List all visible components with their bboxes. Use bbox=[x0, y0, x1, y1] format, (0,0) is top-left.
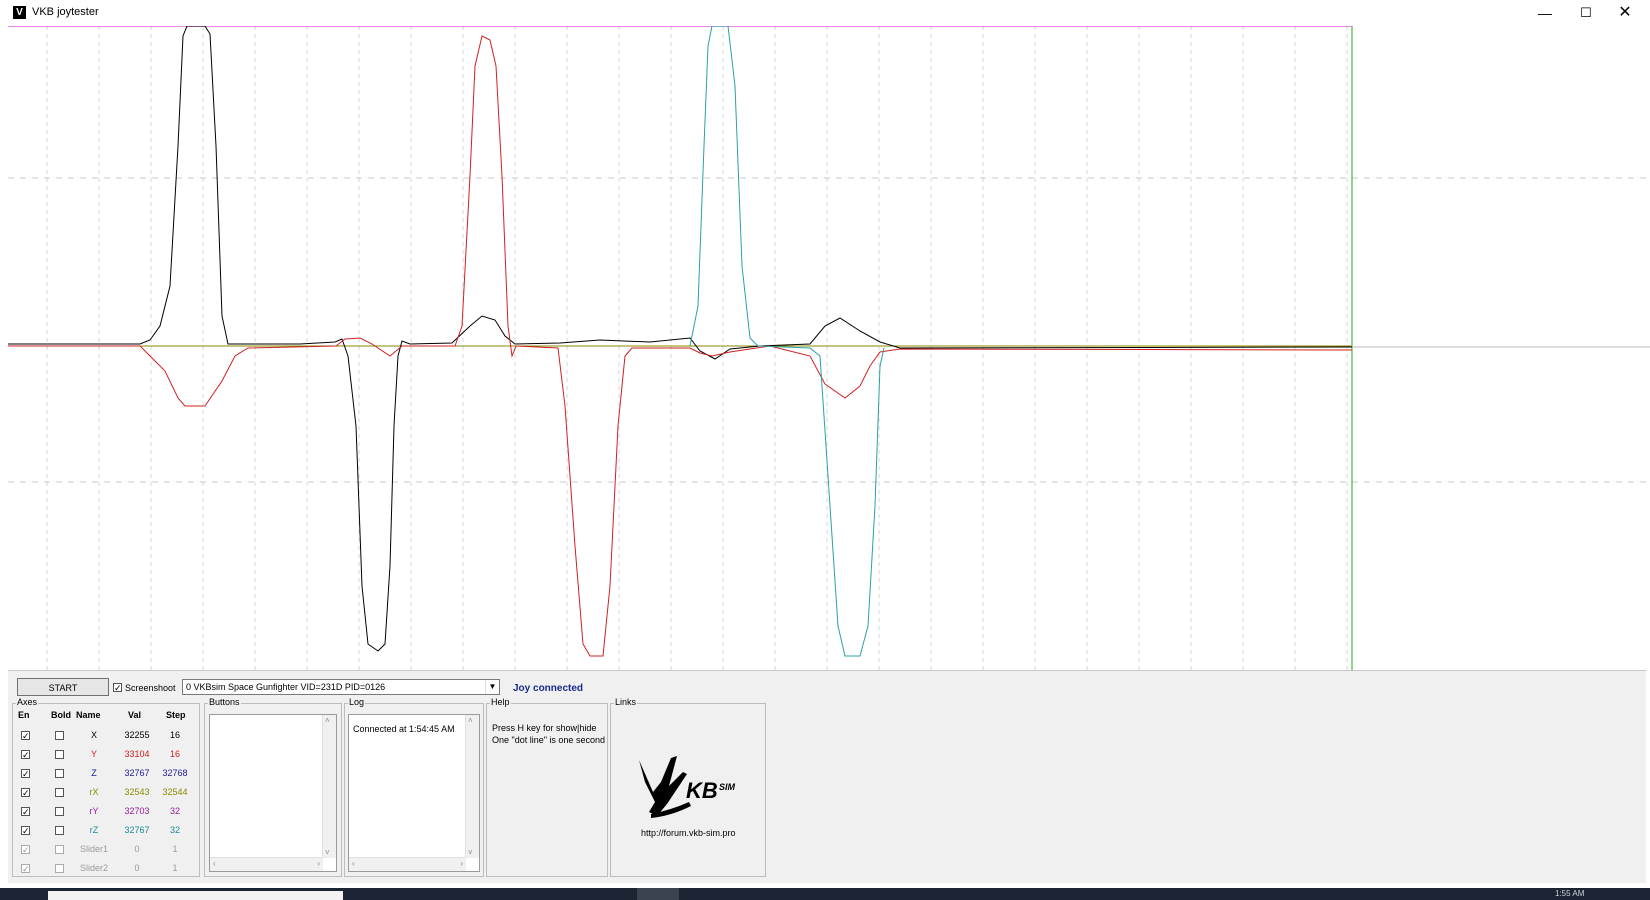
help-text: Press H key for show|hide One "dot line"… bbox=[492, 722, 605, 746]
axis-bold-checkbox[interactable] bbox=[55, 807, 64, 816]
help-line-1: Press H key for show|hide bbox=[492, 723, 597, 733]
taskbar-active-app[interactable] bbox=[637, 888, 679, 900]
axis-name: Y bbox=[90, 749, 97, 759]
joy-status: Joy connected bbox=[513, 683, 584, 694]
device-select[interactable]: 0 VKBsim Space Gunfighter VID=231D PID=0… bbox=[182, 679, 500, 695]
axis-enable-checkbox[interactable] bbox=[21, 788, 30, 797]
buttons-horizontal-scrollbar[interactable]: ‹ › bbox=[210, 857, 323, 871]
chevron-down-icon[interactable]: ▼ bbox=[485, 680, 499, 694]
minimize-icon[interactable]: — bbox=[1525, 0, 1565, 26]
taskbar-search-box[interactable] bbox=[48, 891, 343, 900]
axis-step: 32 bbox=[169, 806, 180, 816]
axis-enable-checkbox[interactable] bbox=[21, 864, 30, 873]
axis-enable-checkbox[interactable] bbox=[21, 807, 30, 816]
control-panel: START Screenshoot 0 VKBsim Space Gunfigh… bbox=[8, 670, 1646, 883]
axis-enable-checkbox[interactable] bbox=[21, 826, 30, 835]
axis-name: rX bbox=[89, 787, 99, 797]
scroll-left-icon[interactable]: ‹ bbox=[213, 859, 216, 868]
axis-bold-checkbox[interactable] bbox=[55, 750, 64, 759]
axes-group: Axes En Bold Name Val Step X 32255 16 Y 3310… bbox=[12, 697, 200, 877]
buttons-listbox[interactable]: ˄ ˅ ‹ › bbox=[209, 714, 337, 872]
start-button[interactable]: START bbox=[17, 678, 109, 696]
scroll-up-icon[interactable]: ˄ bbox=[325, 716, 330, 725]
axis-step: 32 bbox=[169, 825, 180, 835]
links-group-title: Links bbox=[614, 697, 638, 707]
log-group-title: Log bbox=[348, 697, 366, 707]
axis-value: 32767 bbox=[124, 768, 150, 778]
col-en: En bbox=[18, 710, 30, 720]
buttons-group-title: Buttons bbox=[208, 697, 241, 707]
axis-bold-checkbox[interactable] bbox=[55, 864, 64, 873]
axes-group-title: Axes bbox=[16, 697, 39, 707]
scroll-up-icon[interactable]: ˄ bbox=[468, 716, 473, 725]
axis-enable-checkbox[interactable] bbox=[21, 845, 30, 854]
log-horizontal-scrollbar[interactable]: ‹ › bbox=[349, 857, 466, 871]
axis-name: rZ bbox=[89, 825, 99, 835]
device-select-value: 0 VKBsim Space Gunfighter VID=231D PID=0… bbox=[186, 682, 386, 692]
screenshot-checkbox[interactable] bbox=[113, 683, 122, 692]
axis-step: 1 bbox=[172, 844, 178, 854]
axis-value: 0 bbox=[134, 863, 140, 873]
scroll-right-icon[interactable]: › bbox=[317, 859, 320, 868]
axis-bold-checkbox[interactable] bbox=[55, 788, 64, 797]
axis-name: Slider1 bbox=[79, 844, 108, 854]
log-vertical-scrollbar[interactable]: ˄ ˅ bbox=[465, 715, 479, 858]
axis-enable-checkbox[interactable] bbox=[21, 750, 30, 759]
log-group: Log Connected at 1:54:45 AM ˄ ˅ ‹ › bbox=[344, 697, 484, 877]
plot-line-rz bbox=[689, 26, 885, 657]
axis-value: 32543 bbox=[124, 787, 150, 797]
axis-step: 16 bbox=[169, 749, 180, 759]
close-icon[interactable]: ✕ bbox=[1605, 0, 1645, 26]
scroll-down-icon[interactable]: ˅ bbox=[468, 848, 473, 857]
axis-step: 1 bbox=[172, 863, 178, 873]
vkbsim-logo[interactable]: KB SIM bbox=[631, 752, 751, 822]
axis-bold-checkbox[interactable] bbox=[55, 845, 64, 854]
log-line: Connected at 1:54:45 AM bbox=[353, 724, 455, 734]
axis-step: 32544 bbox=[162, 787, 188, 797]
axis-value: 32703 bbox=[124, 806, 150, 816]
axis-value: 0 bbox=[134, 844, 140, 854]
taskbar-clock: 1:55 AM bbox=[1555, 889, 1585, 898]
axis-name: rY bbox=[89, 806, 99, 816]
col-name: Name bbox=[76, 710, 101, 720]
col-step: Step bbox=[166, 710, 186, 720]
help-line-2: One "dot line" is one second bbox=[492, 735, 605, 745]
logo-text: KB bbox=[686, 778, 718, 803]
help-group: Help Press H key for show|hide One "dot … bbox=[486, 697, 608, 877]
axis-name: X bbox=[90, 730, 97, 740]
col-bold: Bold bbox=[51, 710, 71, 720]
scroll-right-icon[interactable]: › bbox=[460, 859, 463, 868]
log-listbox[interactable]: Connected at 1:54:45 AM ˄ ˅ ‹ › bbox=[348, 714, 480, 872]
axis-enable-checkbox[interactable] bbox=[21, 769, 30, 778]
axis-bold-checkbox[interactable] bbox=[55, 769, 64, 778]
plot-line-x bbox=[8, 26, 1353, 652]
logo-sup: SIM bbox=[719, 782, 736, 792]
maximize-icon[interactable]: ☐ bbox=[1566, 0, 1606, 26]
buttons-group: Buttons ˄ ˅ ‹ › bbox=[204, 697, 342, 877]
scroll-left-icon[interactable]: ‹ bbox=[352, 859, 355, 868]
col-val: Val bbox=[128, 710, 142, 720]
window-title: VKB joytester bbox=[32, 6, 99, 18]
axis-name: Z bbox=[91, 768, 97, 778]
axis-name: Slider2 bbox=[79, 863, 108, 873]
axis-bold-checkbox[interactable] bbox=[55, 731, 64, 740]
vkb-logo-icon: V bbox=[13, 6, 26, 19]
screenshot-label: Screenshoot bbox=[125, 683, 176, 693]
axes-plot bbox=[8, 26, 1650, 670]
links-group: Links KB SIM http://forum.vkb-sim.pro bbox=[610, 697, 766, 877]
axis-step: 16 bbox=[169, 730, 180, 740]
axis-step: 32768 bbox=[162, 768, 188, 778]
axis-value: 32767 bbox=[124, 825, 150, 835]
help-group-title: Help bbox=[490, 697, 511, 707]
axis-value: 32255 bbox=[124, 730, 150, 740]
forum-link[interactable]: http://forum.vkb-sim.pro bbox=[641, 828, 736, 838]
axis-enable-checkbox[interactable] bbox=[21, 731, 30, 740]
axis-value: 33104 bbox=[124, 749, 150, 759]
taskbar: 1:55 AM bbox=[0, 888, 1650, 900]
title-bar: V VKB joytester — ☐ ✕ bbox=[0, 0, 1650, 26]
scroll-down-icon[interactable]: ˅ bbox=[325, 848, 330, 857]
axis-bold-checkbox[interactable] bbox=[55, 826, 64, 835]
buttons-vertical-scrollbar[interactable]: ˄ ˅ bbox=[322, 715, 336, 858]
